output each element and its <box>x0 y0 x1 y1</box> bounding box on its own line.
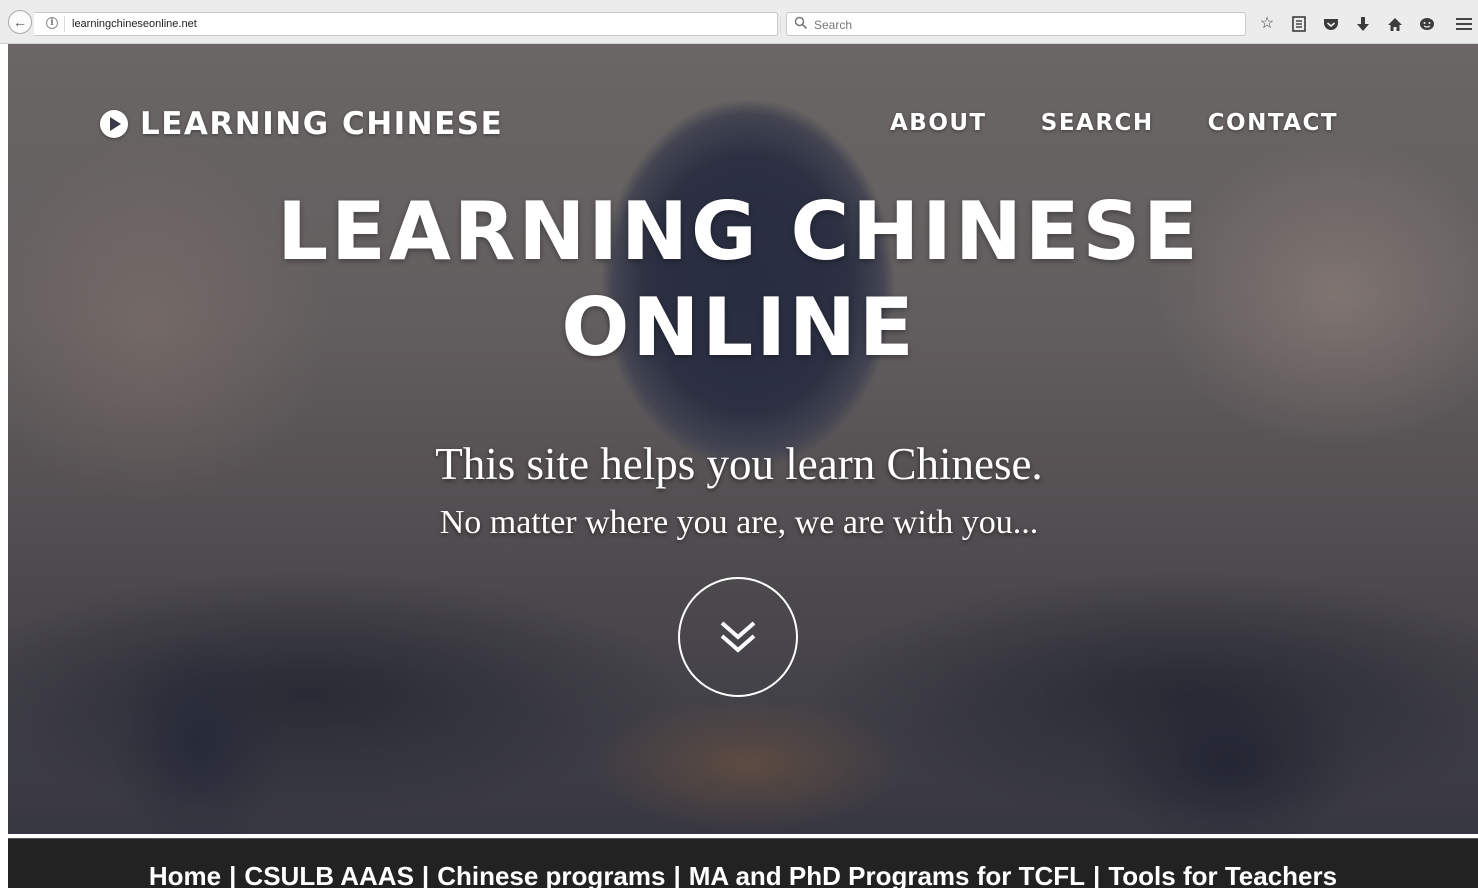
search-icon <box>794 16 808 30</box>
site-logo[interactable]: LEARNING CHINESE <box>100 106 503 142</box>
url-separator <box>64 16 65 32</box>
link-separator: | <box>673 861 681 891</box>
nav-contact[interactable]: CONTACT <box>1208 110 1338 136</box>
footer-link-tools-for-teachers[interactable]: Tools for Teachers <box>1108 861 1337 891</box>
nav-search[interactable]: SEARCH <box>1041 110 1154 136</box>
play-circle-icon <box>100 110 128 138</box>
search-input[interactable]: Search <box>786 12 1246 36</box>
nav-about[interactable]: ABOUT <box>890 110 987 136</box>
link-separator: | <box>229 861 237 891</box>
download-icon[interactable] <box>1352 12 1374 36</box>
hero-title-line1: LEARNING CHINESE <box>277 185 1201 278</box>
hero-title-line2: ONLINE <box>561 281 917 374</box>
hero-tagline: This site helps you learn Chinese. <box>435 439 1043 489</box>
menu-icon[interactable] <box>1456 12 1472 36</box>
footer-link-ma-phd-tcfl[interactable]: MA and PhD Programs for TCFL <box>689 861 1085 891</box>
footer-links: Home | CSULB AAAS | Chinese programs | MA and … <box>8 861 1478 892</box>
search-placeholder: Search <box>814 18 853 32</box>
chat-icon[interactable] <box>1416 12 1438 36</box>
link-separator: | <box>421 861 430 891</box>
logo-text: LEARNING CHINESE <box>140 106 504 142</box>
hero-title: LEARNING CHINESE ONLINE <box>8 184 1470 376</box>
footer-link-chinese-programs[interactable]: Chinese programs <box>437 861 665 891</box>
info-icon[interactable]: i <box>46 17 58 29</box>
pocket-icon[interactable] <box>1320 12 1342 36</box>
footer-link-bar: Home | CSULB AAAS | Chinese programs | MA and … <box>8 838 1478 891</box>
footer-link-home[interactable]: Home <box>149 861 221 891</box>
scroll-down-button[interactable] <box>678 577 798 697</box>
hero-subtagline: No matter where you are, we are with you… <box>439 504 1039 541</box>
home-icon[interactable] <box>1384 12 1406 36</box>
bookmark-star-icon[interactable]: ☆ <box>1256 12 1278 36</box>
main-nav: ABOUT SEARCH CONTACT <box>890 110 1392 136</box>
address-bar[interactable]: i learningchineseonline.net ↻ <box>34 12 801 36</box>
browser-toolbar: ← i learningchineseonline.net ↻ Search ☆ <box>0 0 1478 44</box>
double-chevron-down-icon <box>720 621 756 653</box>
back-icon[interactable]: ← <box>8 10 32 34</box>
reading-list-icon[interactable] <box>1288 12 1310 36</box>
footer-link-csulb-aaas[interactable]: CSULB AAAS <box>244 861 413 891</box>
hero-banner: LEARNING CHINESE ABOUT SEARCH CONTACT LE… <box>8 44 1478 834</box>
toolbar-icons: ☆ <box>1256 12 1448 36</box>
url-text[interactable]: learningchineseonline.net <box>72 18 197 30</box>
link-separator: | <box>1093 861 1101 891</box>
